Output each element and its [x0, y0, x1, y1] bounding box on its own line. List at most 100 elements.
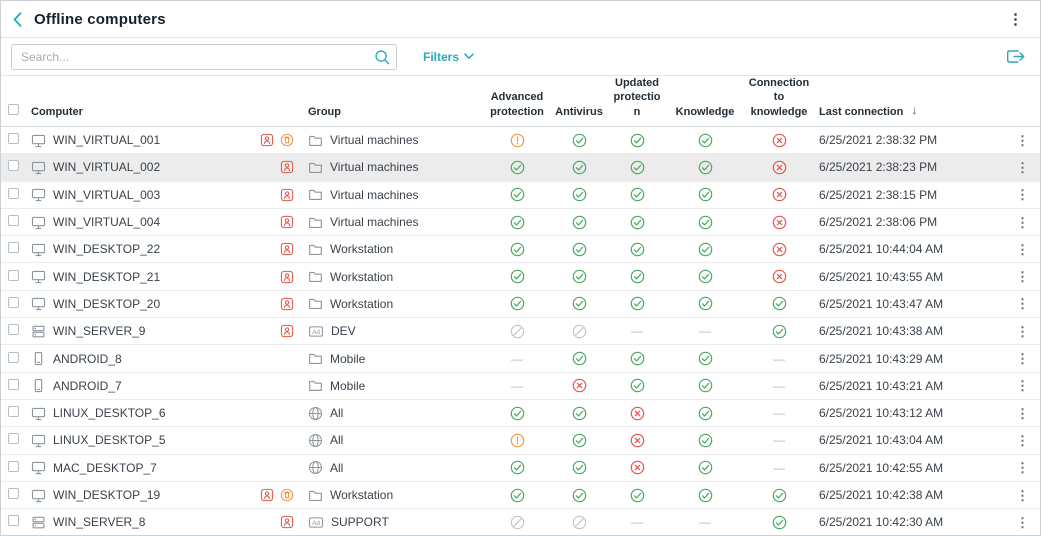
- computer-name[interactable]: ANDROID_8: [53, 352, 122, 366]
- column-header-antivirus[interactable]: Antivirus: [554, 105, 604, 119]
- computer-name[interactable]: LINUX_DESKTOP_6: [53, 406, 166, 420]
- column-header-advanced-protection[interactable]: Advanced protection: [486, 90, 548, 119]
- search-input[interactable]: [11, 44, 397, 70]
- table-row[interactable]: MAC_DESKTOP_7All—6/25/2021 10:42:55 AM⋮: [1, 455, 1040, 482]
- row-checkbox[interactable]: [8, 188, 19, 199]
- computer-name[interactable]: WIN_VIRTUAL_002: [53, 160, 160, 174]
- row-checkbox[interactable]: [8, 297, 19, 308]
- row-menu-button[interactable]: ⋮: [1012, 516, 1033, 529]
- folder-icon: [308, 351, 323, 366]
- column-header-updated-protection[interactable]: Updated protection: [612, 76, 662, 119]
- row-menu-button[interactable]: ⋮: [1012, 407, 1033, 420]
- page-menu-button[interactable]: ⋮: [1003, 12, 1028, 27]
- column-header-connection-to-knowledge[interactable]: Connection to knowledge: [747, 76, 811, 119]
- computer-name[interactable]: WIN_SERVER_9: [53, 324, 145, 338]
- status-disabled-icon: [510, 515, 525, 530]
- desktop-icon: [31, 160, 46, 175]
- computer-name[interactable]: WIN_VIRTUAL_003: [53, 188, 160, 202]
- back-button[interactable]: [13, 12, 22, 27]
- row-checkbox[interactable]: [8, 461, 19, 472]
- computer-name[interactable]: WIN_VIRTUAL_004: [53, 215, 160, 229]
- column-header-knowledge[interactable]: Knowledge: [676, 105, 735, 119]
- row-checkbox[interactable]: [8, 242, 19, 253]
- table-row[interactable]: WIN_VIRTUAL_003Virtual machines6/25/2021…: [1, 182, 1040, 209]
- table-row[interactable]: WIN_DESKTOP_21Workstation6/25/2021 10:43…: [1, 263, 1040, 290]
- table-row[interactable]: WIN_SERVER_8AdSUPPORT——6/25/2021 10:42:3…: [1, 509, 1040, 535]
- column-header-last-connection[interactable]: Last connection: [819, 105, 903, 119]
- row-menu-button[interactable]: ⋮: [1012, 188, 1033, 201]
- badges: [280, 188, 301, 202]
- status-none: —: [773, 379, 785, 393]
- export-icon[interactable]: [1003, 45, 1028, 68]
- row-menu-button[interactable]: ⋮: [1012, 297, 1033, 310]
- status-none: —: [511, 379, 523, 393]
- row-checkbox[interactable]: [8, 324, 19, 335]
- row-checkbox[interactable]: [8, 133, 19, 144]
- row-menu-button[interactable]: ⋮: [1012, 461, 1033, 474]
- user-badge-icon: [280, 297, 294, 311]
- computer-name[interactable]: WIN_DESKTOP_22: [53, 242, 160, 256]
- computer-name[interactable]: WIN_VIRTUAL_001: [53, 133, 160, 147]
- status-ok-icon: [572, 133, 587, 148]
- row-menu-button[interactable]: ⋮: [1012, 216, 1033, 229]
- status-none: —: [773, 406, 785, 420]
- row-checkbox[interactable]: [8, 433, 19, 444]
- page-title: Offline computers: [34, 11, 166, 28]
- row-checkbox[interactable]: [8, 515, 19, 526]
- status-warning-icon: [510, 433, 525, 448]
- table-row[interactable]: WIN_DESKTOP_20Workstation6/25/2021 10:43…: [1, 291, 1040, 318]
- table-row[interactable]: WIN_DESKTOP_19Workstation6/25/2021 10:42…: [1, 482, 1040, 509]
- sort-desc-icon[interactable]: ↓: [911, 103, 917, 119]
- row-checkbox[interactable]: [8, 352, 19, 363]
- folder-icon: [308, 187, 323, 202]
- status-none: —: [773, 352, 785, 366]
- filters-button[interactable]: Filters: [423, 50, 474, 64]
- search-icon[interactable]: [374, 49, 390, 65]
- computer-name[interactable]: LINUX_DESKTOP_5: [53, 433, 166, 447]
- table-row[interactable]: ANDROID_8Mobile——6/25/2021 10:43:29 AM⋮: [1, 345, 1040, 372]
- row-menu-button[interactable]: ⋮: [1012, 161, 1033, 174]
- table-row[interactable]: WIN_VIRTUAL_001Virtual machines6/25/2021…: [1, 127, 1040, 154]
- column-header-computer[interactable]: Computer: [27, 105, 301, 128]
- table-row[interactable]: LINUX_DESKTOP_6All—6/25/2021 10:43:12 AM…: [1, 400, 1040, 427]
- row-checkbox[interactable]: [8, 379, 19, 390]
- row-menu-button[interactable]: ⋮: [1012, 243, 1033, 256]
- mobile-icon: [31, 351, 46, 366]
- status-disabled-icon: [510, 324, 525, 339]
- table-row[interactable]: WIN_SERVER_9AdDEV——6/25/2021 10:43:38 AM…: [1, 318, 1040, 345]
- badges: [280, 297, 301, 311]
- row-checkbox[interactable]: [8, 488, 19, 499]
- row-menu-button[interactable]: ⋮: [1012, 379, 1033, 392]
- row-checkbox[interactable]: [8, 215, 19, 226]
- table-row[interactable]: WIN_DESKTOP_22Workstation6/25/2021 10:44…: [1, 236, 1040, 263]
- computer-name[interactable]: ANDROID_7: [53, 379, 122, 393]
- row-checkbox[interactable]: [8, 270, 19, 281]
- status-ok-icon: [698, 160, 713, 175]
- row-checkbox[interactable]: [8, 160, 19, 171]
- row-menu-button[interactable]: ⋮: [1012, 134, 1033, 147]
- table-row[interactable]: WIN_VIRTUAL_004Virtual machines6/25/2021…: [1, 209, 1040, 236]
- computer-name[interactable]: WIN_DESKTOP_20: [53, 297, 160, 311]
- status-ok-icon: [698, 133, 713, 148]
- row-menu-button[interactable]: ⋮: [1012, 270, 1033, 283]
- computer-name[interactable]: WIN_DESKTOP_21: [53, 270, 160, 284]
- table-row[interactable]: ANDROID_7Mobile——6/25/2021 10:43:21 AM⋮: [1, 373, 1040, 400]
- table-row[interactable]: WIN_VIRTUAL_002Virtual machines6/25/2021…: [1, 154, 1040, 181]
- select-all-checkbox[interactable]: [8, 104, 19, 115]
- computer-name[interactable]: MAC_DESKTOP_7: [53, 461, 157, 475]
- row-menu-button[interactable]: ⋮: [1012, 325, 1033, 338]
- row-menu-button[interactable]: ⋮: [1012, 434, 1033, 447]
- computer-name[interactable]: WIN_SERVER_8: [53, 515, 145, 529]
- row-menu-button[interactable]: ⋮: [1012, 489, 1033, 502]
- row-menu-button[interactable]: ⋮: [1012, 352, 1033, 365]
- chevron-down-icon: [464, 53, 474, 60]
- group-name: Workstation: [330, 488, 393, 502]
- row-checkbox[interactable]: [8, 406, 19, 417]
- status-ok-icon: [698, 488, 713, 503]
- table-row[interactable]: LINUX_DESKTOP_5All—6/25/2021 10:43:04 AM…: [1, 427, 1040, 454]
- computer-name[interactable]: WIN_DESKTOP_19: [53, 488, 160, 502]
- folder-icon: [308, 215, 323, 230]
- last-connection-value: 6/25/2021 10:43:29 AM: [817, 352, 1005, 366]
- column-header-group[interactable]: Group: [301, 105, 481, 128]
- last-connection-value: 6/25/2021 10:42:55 AM: [817, 461, 1005, 475]
